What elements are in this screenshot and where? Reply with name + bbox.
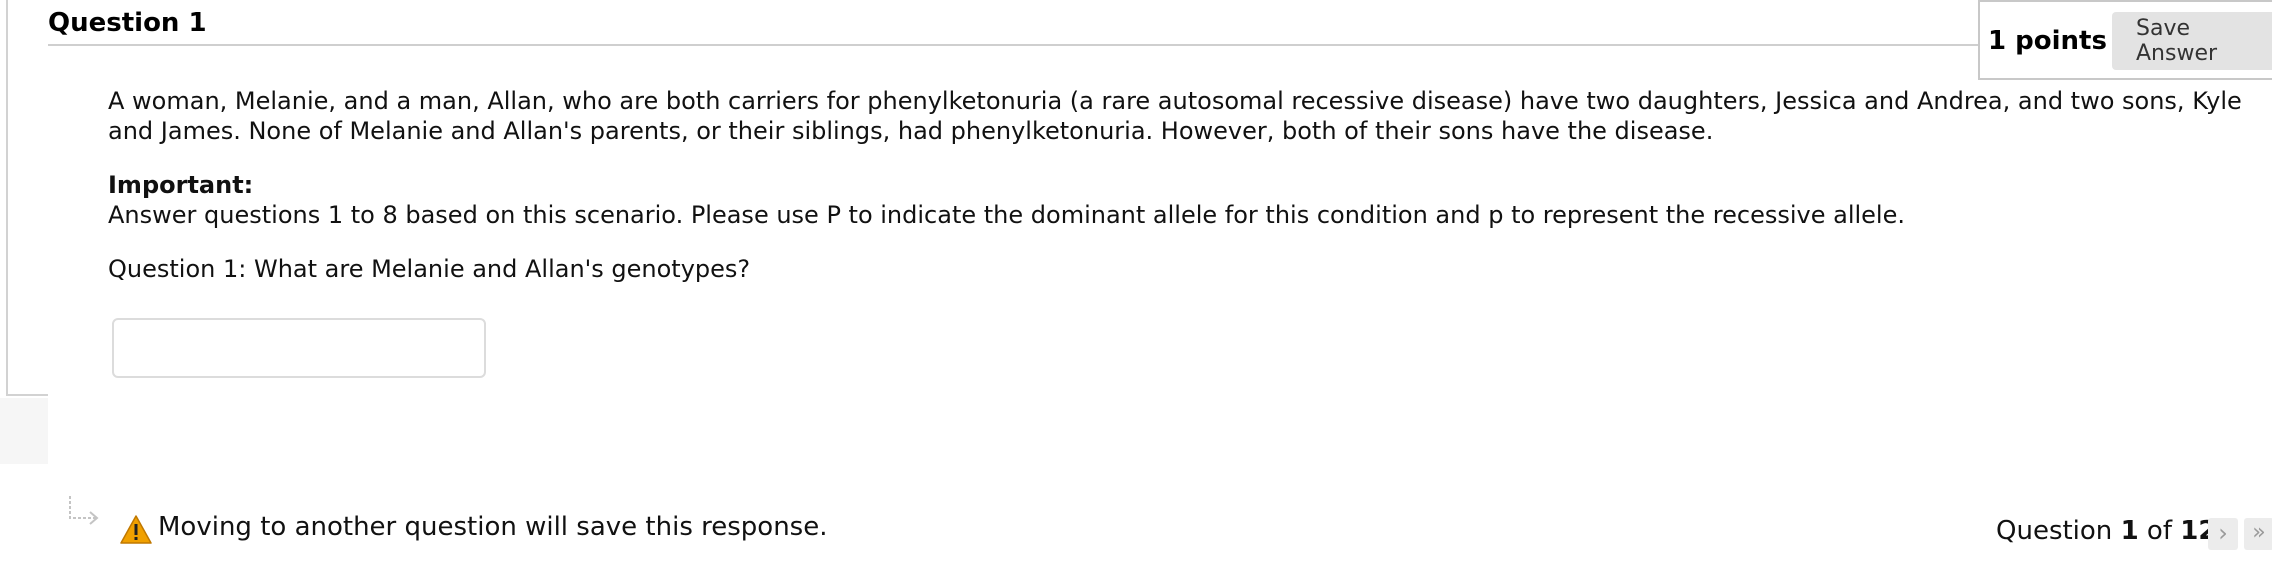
question-title-divider <box>48 44 1980 46</box>
save-answer-button[interactable]: Save Answer <box>2112 12 2272 70</box>
footer-left-strip <box>0 398 48 464</box>
warning-icon <box>120 515 152 544</box>
double-chevron-right-icon: » <box>2252 520 2266 545</box>
important-text: Answer questions 1 to 8 based on this sc… <box>108 201 1905 229</box>
next-question-button[interactable]: › <box>2208 518 2238 550</box>
counter-current: 1 <box>2120 516 2139 546</box>
points-label: 1 points <box>1988 26 2107 56</box>
corner-arrow-icon <box>69 496 99 525</box>
counter-of: of <box>2146 516 2172 546</box>
chevron-right-icon: › <box>2218 519 2228 547</box>
question-frame-border <box>6 0 48 396</box>
last-question-button[interactable]: » <box>2244 518 2272 550</box>
question-prompt: Question 1: What are Melanie and Allan's… <box>108 255 751 283</box>
answer-field[interactable] <box>112 318 486 378</box>
save-warning-message: Moving to another question will save thi… <box>158 512 828 542</box>
question-counter: Question 1 of 12 <box>1996 516 2216 546</box>
important-label: Important: <box>108 171 254 199</box>
counter-prefix: Question <box>1996 516 2113 546</box>
question-title: Question 1 <box>48 8 207 38</box>
scenario-text: A woman, Melanie, and a man, Allan, who … <box>108 87 2242 145</box>
question-body: A woman, Melanie, and a man, Allan, who … <box>108 86 2248 284</box>
